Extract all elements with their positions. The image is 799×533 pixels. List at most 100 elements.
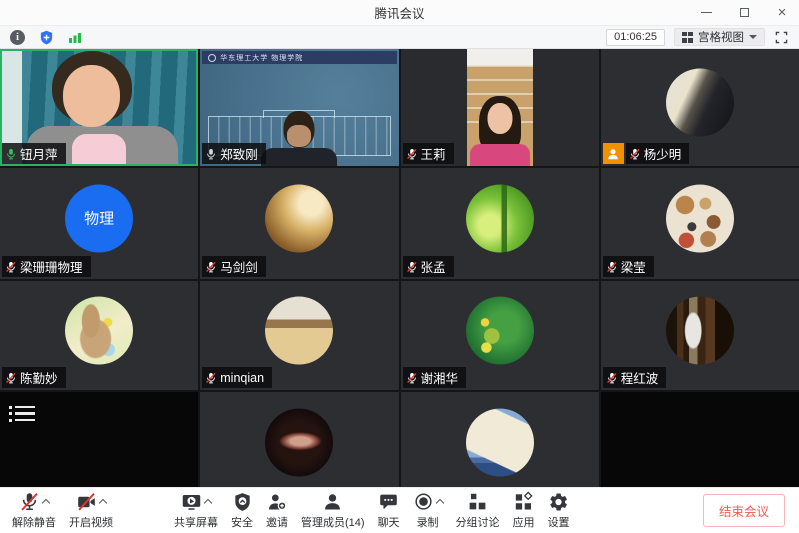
grid-view-label: 宫格视图: [698, 29, 744, 45]
tool-label: 分组讨论: [456, 514, 500, 530]
meeting-timer: 01:06:25: [606, 29, 665, 46]
participant-tile[interactable]: 张孟: [401, 168, 599, 279]
mic-muted-icon: [406, 147, 418, 161]
video-grid: 钮月萍 华东理工大学 物理学院 郑致刚 王莉 杨少明物理梁珊珊物理马剑剑 张孟 梁莹陈…: [0, 49, 799, 487]
avatar: [265, 409, 333, 477]
apps-button[interactable]: 应用: [513, 491, 535, 531]
participant-tile[interactable]: [401, 392, 599, 487]
participant-name-label: 张孟: [403, 256, 454, 277]
participant-tile[interactable]: 马剑剑: [200, 168, 398, 279]
participant-label-row: 谢湘华: [403, 367, 467, 388]
close-button[interactable]: ×: [775, 6, 789, 20]
mic-muted-icon: [19, 491, 40, 513]
tool-label: 聊天: [378, 514, 400, 530]
participant-name-label: 钮月萍: [2, 143, 66, 164]
avatar: [466, 409, 534, 477]
participant-name: 陈勤妙: [20, 368, 58, 387]
security-shield-icon: [232, 491, 253, 513]
shield-check-icon[interactable]: [39, 30, 54, 45]
chevron-up-icon[interactable]: [204, 499, 212, 507]
participant-tile[interactable]: 谢湘华: [401, 281, 599, 390]
participant-tile[interactable]: [0, 392, 198, 487]
participant-label-row: 陈勤妙: [2, 367, 66, 388]
participant-tile[interactable]: minqian: [200, 281, 398, 390]
chat-bubble-icon: [378, 491, 399, 513]
participant-name: minqian: [220, 371, 264, 385]
settings-button[interactable]: 设置: [548, 491, 570, 531]
participant-name-label: 程红波: [603, 367, 667, 388]
participant-label-row: 郑致刚: [202, 143, 266, 164]
host-badge: [603, 143, 624, 164]
start-video-button[interactable]: 开启视频: [69, 491, 113, 531]
participant-tile[interactable]: 物理梁珊珊物理: [0, 168, 198, 279]
meeting-window: 腾讯会议 × i 01:06:25 宫格视图: [0, 0, 799, 533]
avatar: [265, 296, 333, 364]
tool-label: 应用: [513, 514, 535, 530]
participant-name-label: 杨少明: [626, 143, 690, 164]
end-meeting-button[interactable]: 结束会议: [703, 494, 785, 527]
participant-name: 钮月萍: [20, 144, 58, 163]
fullscreen-button[interactable]: [774, 30, 789, 45]
participant-name-label: 郑致刚: [202, 143, 266, 164]
participant-tile[interactable]: 陈勤妙: [0, 281, 198, 390]
participant-tile[interactable]: 梁莹: [601, 168, 799, 279]
mic-muted-icon: [606, 371, 618, 385]
chat-button[interactable]: 聊天: [378, 491, 400, 531]
participant-tile[interactable]: [200, 392, 398, 487]
participant-name-label: minqian: [202, 367, 272, 388]
participant-name: 谢湘华: [421, 368, 459, 387]
tool-label: 管理成员(14): [301, 514, 365, 530]
meeting-info-icon[interactable]: i: [10, 30, 25, 45]
participant-tile[interactable]: 程红波: [601, 281, 799, 390]
record-button[interactable]: 录制: [413, 491, 443, 531]
breakout-button[interactable]: 分组讨论: [456, 491, 500, 531]
participant-tile[interactable]: 华东理工大学 物理学院 郑致刚: [200, 49, 398, 166]
chevron-up-icon[interactable]: [435, 499, 443, 507]
status-left-icons: i: [10, 30, 82, 45]
participant-tile[interactable]: 钮月萍: [0, 49, 198, 166]
tool-label: 解除静音: [12, 514, 56, 530]
share-screen-button[interactable]: 共享屏幕: [174, 491, 218, 531]
mic-speaking-icon: [5, 147, 17, 161]
virtual-background-banner: 华东理工大学 物理学院: [202, 51, 396, 64]
avatar: [466, 296, 534, 364]
participant-name-label: 谢湘华: [403, 367, 467, 388]
participant-name: 梁珊珊物理: [20, 257, 83, 276]
participant-name: 张孟: [421, 257, 446, 276]
participant-name: 王莉: [421, 144, 446, 163]
maximize-button[interactable]: [737, 6, 751, 20]
tool-label: 设置: [548, 514, 570, 530]
camera-muted-icon: [76, 491, 97, 513]
notes-list-icon: [9, 402, 35, 425]
participant-label-row: 马剑剑: [202, 256, 266, 277]
mic-muted-icon: [629, 147, 641, 161]
participant-label-row: 王莉: [403, 143, 454, 164]
tool-label: 安全: [231, 514, 253, 530]
participant-tile[interactable]: 王莉: [401, 49, 599, 166]
minimize-button[interactable]: [699, 6, 713, 20]
person-body: [470, 144, 530, 166]
invite-button[interactable]: 邀请: [266, 491, 288, 531]
unmute-button[interactable]: 解除静音: [12, 491, 56, 531]
manage-members-button[interactable]: 管理成员(14): [301, 491, 365, 531]
participant-label-row: 程红波: [603, 367, 667, 388]
security-button[interactable]: 安全: [231, 491, 253, 531]
person-face: [63, 65, 120, 127]
mic-muted-icon: [205, 371, 217, 385]
mic-muted-icon: [406, 260, 418, 274]
avatar: [265, 184, 333, 252]
members-icon: [322, 491, 343, 513]
chevron-up-icon[interactable]: [42, 499, 50, 507]
host-person-icon: [606, 147, 620, 161]
person-face: [487, 103, 512, 134]
invite-person-icon: [267, 491, 288, 513]
participant-label-row: 梁莹: [603, 256, 654, 277]
grid-view-button[interactable]: 宫格视图: [674, 28, 765, 46]
avatar: [666, 184, 734, 252]
participant-tile[interactable]: 杨少明: [601, 49, 799, 166]
avatar: [65, 296, 133, 364]
chevron-up-icon[interactable]: [99, 499, 107, 507]
avatar: [666, 68, 734, 136]
participant-name: 郑致刚: [220, 144, 258, 163]
participant-tile[interactable]: [601, 392, 799, 487]
